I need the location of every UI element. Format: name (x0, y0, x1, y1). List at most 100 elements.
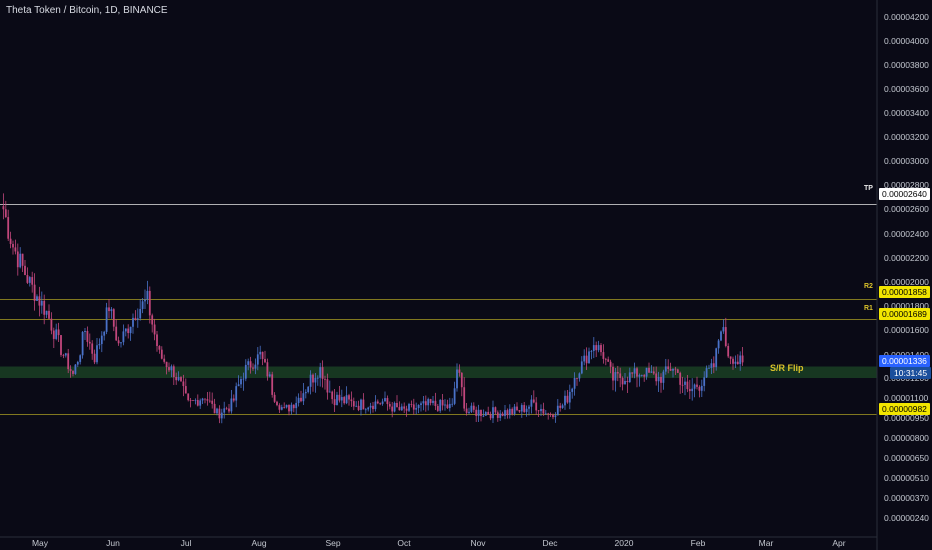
candle-body[interactable] (331, 391, 334, 400)
candle-body[interactable] (700, 385, 703, 391)
candle-body[interactable] (336, 394, 338, 406)
candle-body[interactable] (444, 404, 446, 406)
candle-body[interactable] (528, 406, 530, 409)
candle-body[interactable] (542, 408, 545, 414)
candle-body[interactable] (208, 400, 211, 402)
candle-body[interactable] (324, 378, 326, 380)
candle-body[interactable] (360, 399, 362, 410)
candle-body[interactable] (688, 389, 691, 392)
candle-body[interactable] (523, 405, 526, 412)
candle-body[interactable] (372, 405, 374, 410)
candle-body[interactable] (237, 384, 240, 387)
candle-body[interactable] (496, 412, 499, 418)
candle-body[interactable] (501, 413, 504, 416)
candle-body[interactable] (79, 355, 82, 362)
candle-body[interactable] (446, 404, 449, 409)
candle-body[interactable] (408, 404, 410, 411)
candle-body[interactable] (220, 412, 223, 419)
candle-body[interactable] (55, 329, 58, 339)
candle-body[interactable] (525, 408, 528, 412)
candle-body[interactable] (316, 377, 319, 379)
candle-body[interactable] (691, 388, 694, 392)
candle-body[interactable] (12, 243, 14, 248)
candle-body[interactable] (732, 358, 734, 364)
candle-body[interactable] (436, 406, 439, 411)
candle-body[interactable] (381, 401, 384, 404)
candle-body[interactable] (175, 377, 178, 381)
candle-body[interactable] (139, 308, 142, 319)
candle-body[interactable] (235, 386, 238, 401)
candle-body[interactable] (345, 395, 348, 404)
candle-body[interactable] (67, 353, 70, 370)
candle-body[interactable] (638, 375, 641, 377)
candle-body[interactable] (352, 401, 355, 407)
candle-body[interactable] (374, 401, 377, 410)
candle-body[interactable] (290, 404, 293, 412)
candle-body[interactable] (516, 406, 518, 411)
candle-body[interactable] (432, 400, 434, 403)
candle-body[interactable] (268, 374, 271, 377)
candle-body[interactable] (576, 377, 578, 379)
candle-body[interactable] (256, 354, 259, 365)
candle-body[interactable] (252, 367, 254, 369)
candle-body[interactable] (180, 377, 182, 382)
candle-body[interactable] (100, 335, 103, 345)
candle-body[interactable] (105, 307, 108, 332)
candle-body[interactable] (136, 318, 139, 320)
candle-body[interactable] (45, 310, 48, 315)
candle-body[interactable] (489, 414, 492, 419)
candle-body[interactable] (112, 309, 115, 327)
candle-body[interactable] (621, 377, 624, 385)
candle-body[interactable] (19, 253, 22, 268)
candle-body[interactable] (571, 388, 574, 392)
candle-body[interactable] (734, 361, 737, 364)
candle-body[interactable] (369, 405, 372, 408)
candle-body[interactable] (412, 404, 415, 410)
candle-body[interactable] (146, 290, 149, 300)
candle-body[interactable] (309, 374, 312, 387)
candle-body[interactable] (211, 400, 214, 404)
candle-body[interactable] (535, 402, 538, 411)
candle-body[interactable] (213, 403, 216, 414)
candle-body[interactable] (400, 406, 403, 411)
candle-body[interactable] (117, 340, 120, 344)
candle-body[interactable] (182, 381, 185, 387)
candle-body[interactable] (163, 358, 166, 362)
candle-body[interactable] (508, 408, 511, 416)
candle-body[interactable] (475, 409, 478, 416)
candle-body[interactable] (715, 348, 718, 368)
candle-body[interactable] (422, 401, 425, 404)
candle-body[interactable] (624, 381, 626, 385)
candle-body[interactable] (52, 330, 55, 339)
candle-body[interactable] (660, 376, 662, 383)
candle-body[interactable] (247, 361, 250, 365)
candle-body[interactable] (254, 364, 257, 369)
candle-body[interactable] (470, 405, 473, 412)
candle-body[interactable] (21, 253, 24, 266)
candle-body[interactable] (456, 369, 458, 389)
candle-body[interactable] (463, 387, 466, 409)
candle-body[interactable] (206, 399, 209, 401)
candle-body[interactable] (655, 373, 658, 382)
candle-body[interactable] (81, 331, 84, 356)
candle-body[interactable] (129, 326, 132, 334)
candle-body[interactable] (333, 399, 336, 406)
candle-body[interactable] (280, 407, 283, 410)
candle-body[interactable] (564, 395, 566, 406)
candle-body[interactable] (451, 403, 454, 405)
candle-body[interactable] (38, 296, 41, 306)
candle-body[interactable] (492, 407, 494, 419)
candle-body[interactable] (554, 415, 557, 418)
candle-body[interactable] (192, 400, 194, 402)
candle-body[interactable] (537, 410, 540, 412)
candle-body[interactable] (69, 369, 72, 371)
candle-body[interactable] (453, 388, 456, 404)
candle-body[interactable] (96, 345, 98, 363)
candle-body[interactable] (74, 364, 77, 374)
candle-body[interactable] (16, 251, 19, 268)
candle-body[interactable] (355, 405, 358, 407)
candle-body[interactable] (201, 398, 204, 401)
candle-body[interactable] (739, 355, 742, 365)
candle-body[interactable] (487, 411, 490, 415)
candle-body[interactable] (420, 403, 422, 405)
